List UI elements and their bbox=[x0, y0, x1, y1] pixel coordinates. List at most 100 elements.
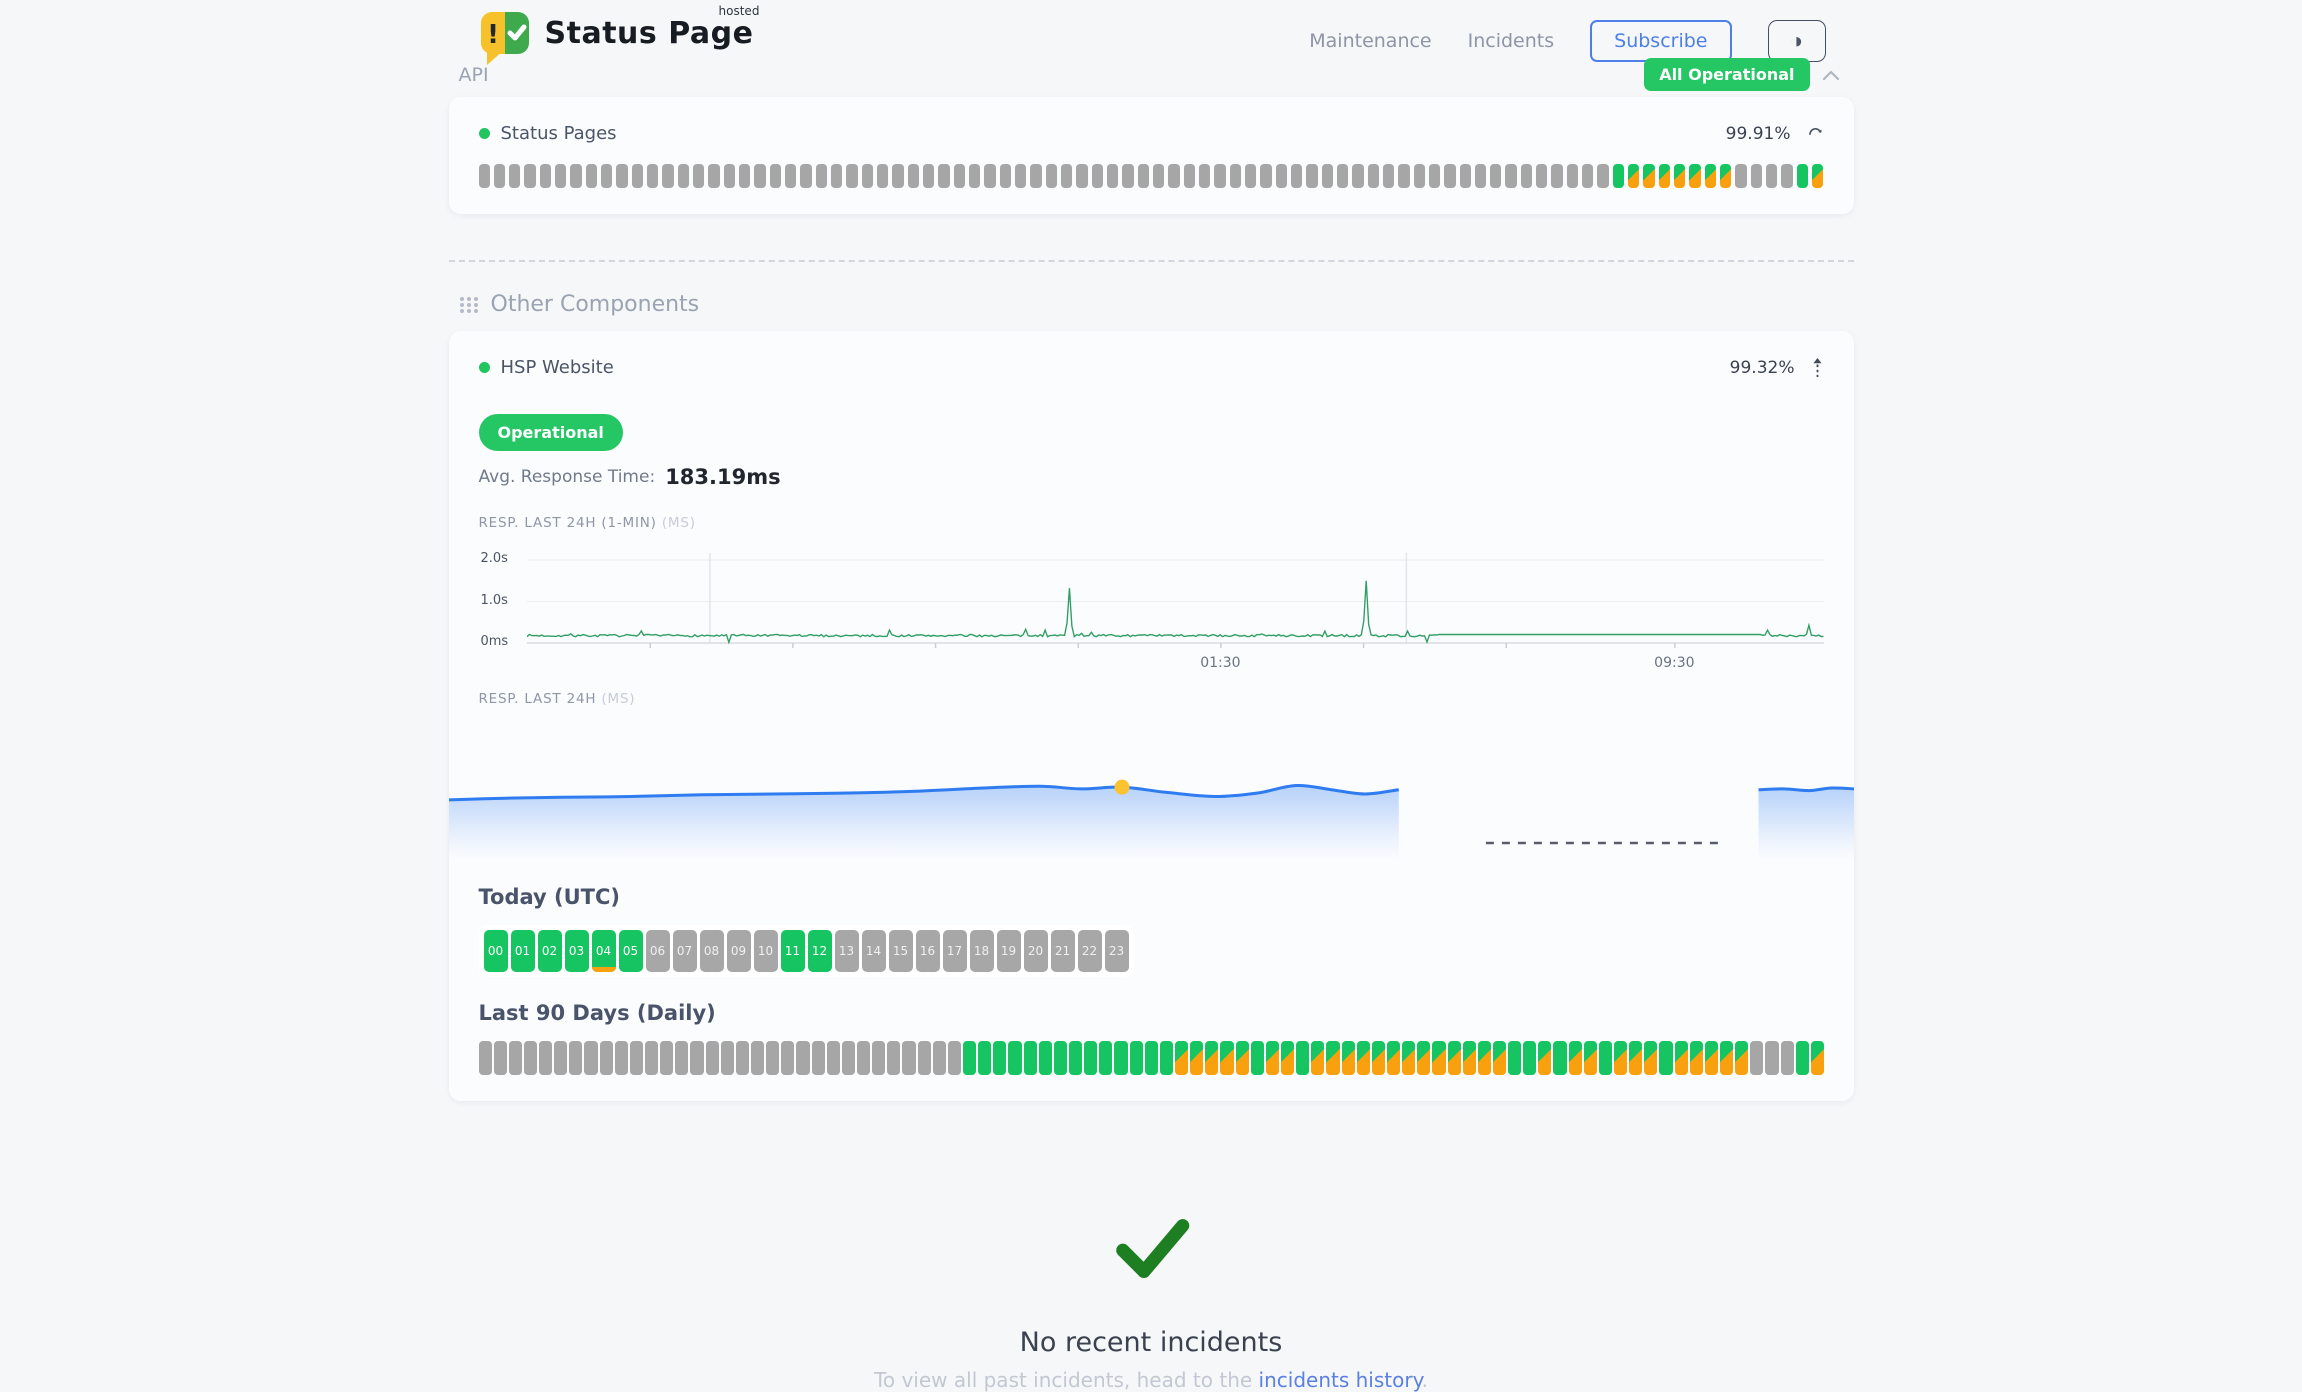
uptime-bar[interactable] bbox=[1751, 164, 1762, 188]
daily-uptime-bar[interactable] bbox=[1236, 1041, 1249, 1075]
daily-uptime-bar[interactable] bbox=[948, 1041, 961, 1075]
uptime-bar[interactable] bbox=[1766, 164, 1777, 188]
daily-uptime-bar[interactable] bbox=[1417, 1041, 1430, 1075]
uptime-bar[interactable] bbox=[524, 164, 535, 188]
uptime-bar[interactable] bbox=[1245, 164, 1256, 188]
daily-uptime-bar[interactable] bbox=[1569, 1041, 1582, 1075]
uptime-bar[interactable] bbox=[1536, 164, 1547, 188]
daily-uptime-bar[interactable] bbox=[1796, 1041, 1809, 1075]
uptime-bar[interactable] bbox=[1076, 164, 1087, 188]
uptime-bar[interactable] bbox=[846, 164, 857, 188]
uptime-bar[interactable] bbox=[969, 164, 980, 188]
daily-uptime-bar[interactable] bbox=[645, 1041, 658, 1075]
daily-uptime-bar[interactable] bbox=[796, 1041, 809, 1075]
daily-uptime-bar[interactable] bbox=[1130, 1041, 1143, 1075]
hour-block-04[interactable]: 04 bbox=[592, 930, 616, 972]
daily-uptime-bar[interactable] bbox=[1024, 1041, 1037, 1075]
daily-uptime-bar[interactable] bbox=[1039, 1041, 1052, 1075]
daily-uptime-bar[interactable] bbox=[1311, 1041, 1324, 1075]
hour-block-22[interactable]: 22 bbox=[1078, 930, 1102, 972]
daily-uptime-bar[interactable] bbox=[524, 1041, 537, 1075]
uptime-bar[interactable] bbox=[1260, 164, 1271, 188]
uptime-bar[interactable] bbox=[1659, 164, 1670, 188]
uptime-bar[interactable] bbox=[862, 164, 873, 188]
uptime-bar[interactable] bbox=[1030, 164, 1041, 188]
uptime-bar[interactable] bbox=[1720, 164, 1731, 188]
daily-uptime-bar[interactable] bbox=[1084, 1041, 1097, 1075]
hour-block-23[interactable]: 23 bbox=[1105, 930, 1129, 972]
daily-uptime-bar[interactable] bbox=[494, 1041, 507, 1075]
uptime-bar[interactable] bbox=[494, 164, 505, 188]
uptime-bar[interactable] bbox=[570, 164, 581, 188]
uptime-bar[interactable] bbox=[1444, 164, 1455, 188]
hour-block-20[interactable]: 20 bbox=[1024, 930, 1048, 972]
daily-uptime-bar[interactable] bbox=[1493, 1041, 1506, 1075]
uptime-bar[interactable] bbox=[1613, 164, 1624, 188]
uptime-bar[interactable] bbox=[1291, 164, 1302, 188]
hour-block-10[interactable]: 10 bbox=[754, 930, 778, 972]
uptime-bar[interactable] bbox=[892, 164, 903, 188]
hour-block-01[interactable]: 01 bbox=[511, 930, 535, 972]
daily-uptime-bar[interactable] bbox=[1205, 1041, 1218, 1075]
hour-block-12[interactable]: 12 bbox=[808, 930, 832, 972]
uptime-bar[interactable] bbox=[1628, 164, 1639, 188]
daily-uptime-bar[interactable] bbox=[630, 1041, 643, 1075]
daily-uptime-bar[interactable] bbox=[1054, 1041, 1067, 1075]
daily-uptime-bar[interactable] bbox=[1357, 1041, 1370, 1075]
daily-uptime-bar[interactable] bbox=[1160, 1041, 1173, 1075]
hour-block-08[interactable]: 08 bbox=[700, 930, 724, 972]
daily-uptime-bar[interactable] bbox=[1099, 1041, 1112, 1075]
daily-uptime-bar[interactable] bbox=[827, 1041, 840, 1075]
uptime-bar[interactable] bbox=[1689, 164, 1700, 188]
daily-uptime-bar[interactable] bbox=[1463, 1041, 1476, 1075]
uptime-bar[interactable] bbox=[1567, 164, 1578, 188]
uptime-bar[interactable] bbox=[800, 164, 811, 188]
uptime-bar[interactable] bbox=[1429, 164, 1440, 188]
daily-uptime-bar[interactable] bbox=[1614, 1041, 1627, 1075]
uptime-bar[interactable] bbox=[1368, 164, 1379, 188]
daily-uptime-bar[interactable] bbox=[933, 1041, 946, 1075]
uptime-bar[interactable] bbox=[1735, 164, 1746, 188]
uptime-bar[interactable] bbox=[1000, 164, 1011, 188]
daily-uptime-bar[interactable] bbox=[857, 1041, 870, 1075]
daily-uptime-bar[interactable] bbox=[1765, 1041, 1778, 1075]
uptime-bar[interactable] bbox=[1643, 164, 1654, 188]
daily-uptime-bar[interactable] bbox=[1720, 1041, 1733, 1075]
daily-uptime-bar[interactable] bbox=[1644, 1041, 1657, 1075]
daily-uptime-bar[interactable] bbox=[1629, 1041, 1642, 1075]
daily-uptime-bar[interactable] bbox=[902, 1041, 915, 1075]
daily-uptime-bar[interactable] bbox=[1114, 1041, 1127, 1075]
uptime-bar[interactable] bbox=[1398, 164, 1409, 188]
daily-uptime-bar[interactable] bbox=[1705, 1041, 1718, 1075]
uptime-bar[interactable] bbox=[555, 164, 566, 188]
hour-block-18[interactable]: 18 bbox=[970, 930, 994, 972]
daily-uptime-bar[interactable] bbox=[1190, 1041, 1203, 1075]
daily-uptime-bar[interactable] bbox=[706, 1041, 719, 1075]
daily-uptime-bar[interactable] bbox=[1145, 1041, 1158, 1075]
daily-uptime-bar[interactable] bbox=[1523, 1041, 1536, 1075]
daily-uptime-bar[interactable] bbox=[1675, 1041, 1688, 1075]
daily-uptime-bar[interactable] bbox=[978, 1041, 991, 1075]
incidents-history-link[interactable]: incidents history bbox=[1259, 1368, 1422, 1392]
uptime-bar[interactable] bbox=[1122, 164, 1133, 188]
uptime-bar[interactable] bbox=[1046, 164, 1057, 188]
subscribe-button[interactable]: Subscribe bbox=[1590, 20, 1731, 62]
daily-uptime-bar[interactable] bbox=[736, 1041, 749, 1075]
uptime-bar[interactable] bbox=[984, 164, 995, 188]
daily-uptime-bar[interactable] bbox=[766, 1041, 779, 1075]
uptime-bar[interactable] bbox=[938, 164, 949, 188]
uptime-bar[interactable] bbox=[1015, 164, 1026, 188]
daily-uptime-bar[interactable] bbox=[1750, 1041, 1763, 1075]
daily-uptime-bar[interactable] bbox=[1387, 1041, 1400, 1075]
uptime-bar[interactable] bbox=[754, 164, 765, 188]
hour-block-14[interactable]: 14 bbox=[862, 930, 886, 972]
hour-block-09[interactable]: 09 bbox=[727, 930, 751, 972]
uptime-bar[interactable] bbox=[1781, 164, 1792, 188]
uptime-bar[interactable] bbox=[908, 164, 919, 188]
uptime-bar[interactable] bbox=[1153, 164, 1164, 188]
daily-uptime-bar[interactable] bbox=[1538, 1041, 1551, 1075]
daily-uptime-bar[interactable] bbox=[1008, 1041, 1021, 1075]
uptime-bar[interactable] bbox=[1352, 164, 1363, 188]
uptime-bar[interactable] bbox=[1306, 164, 1317, 188]
hour-block-07[interactable]: 07 bbox=[673, 930, 697, 972]
